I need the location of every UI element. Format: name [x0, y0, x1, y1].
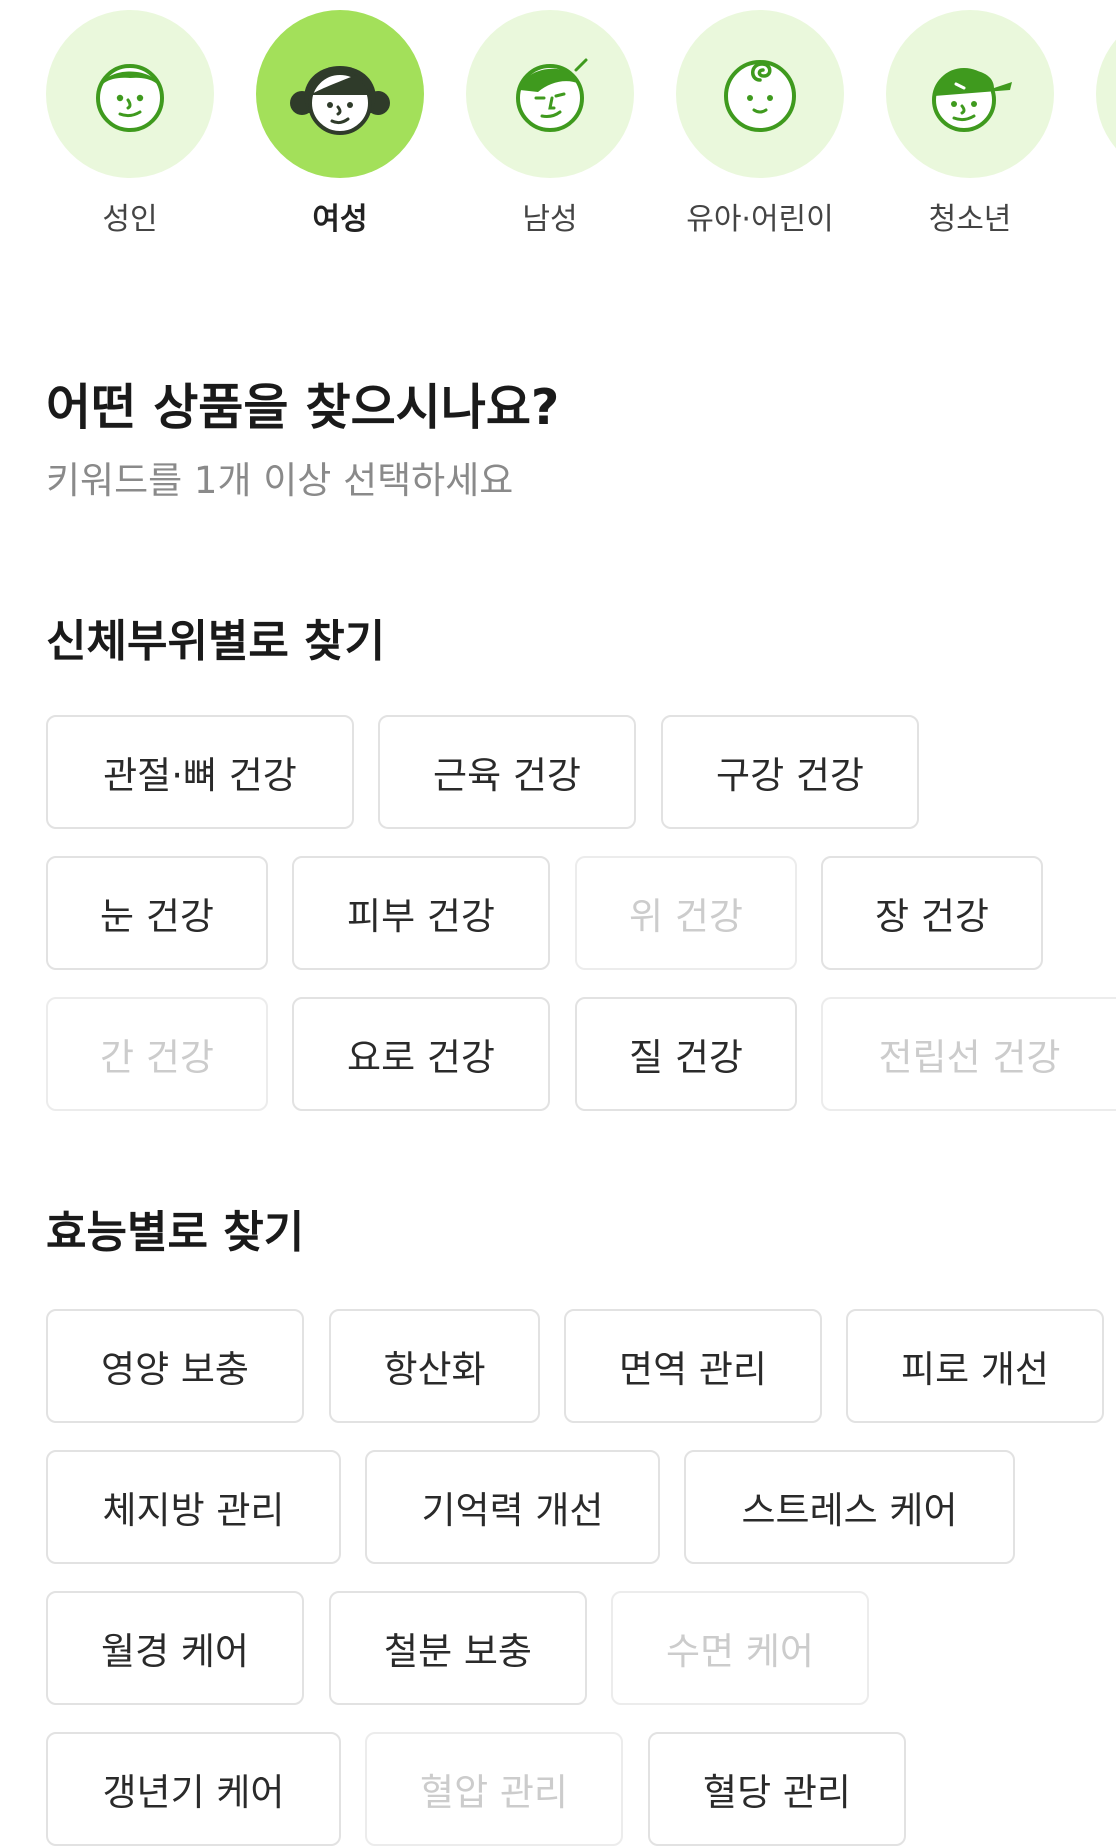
- chip-joint-bone[interactable]: 관절·뼈 건강: [46, 715, 354, 829]
- chip-blood-pressure: 혈압 관리: [365, 1732, 623, 1846]
- page-subtitle: 키워드를 1개 이상 선택하세요: [46, 459, 514, 502]
- audience-kids-circle: [676, 10, 844, 178]
- audience-next-partial[interactable]: [1096, 10, 1116, 240]
- chip-muscle[interactable]: 근육 건강: [378, 715, 636, 829]
- chip-fatigue[interactable]: 피로 개선: [846, 1309, 1104, 1423]
- audience-men-label: 남성: [522, 202, 578, 237]
- chip-menopause[interactable]: 갱년기 케어: [46, 1732, 341, 1846]
- chip-immunity[interactable]: 면역 관리: [564, 1309, 822, 1423]
- chip-stress[interactable]: 스트레스 케어: [684, 1450, 1015, 1564]
- section-title-body-parts: 신체부위별로 찾기: [46, 616, 386, 667]
- chip-vaginal[interactable]: 질 건강: [575, 997, 797, 1111]
- chip-menstrual[interactable]: 월경 케어: [46, 1591, 304, 1705]
- audience-women[interactable]: 여성: [256, 10, 424, 240]
- man-face-icon: [516, 58, 588, 132]
- audience-adult-circle: [46, 10, 214, 178]
- audience-adult-label: 성인: [102, 202, 158, 237]
- teen-face-icon: [932, 68, 1012, 132]
- audience-teens-circle: [886, 10, 1054, 178]
- chip-prostate: 전립선 건강: [821, 997, 1116, 1111]
- chip-sleep: 수면 케어: [611, 1591, 869, 1705]
- chip-liver: 간 건강: [46, 997, 268, 1111]
- chip-intestine[interactable]: 장 건강: [821, 856, 1043, 970]
- chip-memory[interactable]: 기억력 개선: [365, 1450, 660, 1564]
- audience-men-circle: [466, 10, 634, 178]
- chip-antioxidant[interactable]: 항산화: [329, 1309, 540, 1423]
- audience-adult[interactable]: 성인: [46, 10, 214, 240]
- page-title: 어떤 상품을 찾으시나요?: [46, 379, 560, 436]
- audience-kids-label: 유아·어린이: [686, 202, 834, 237]
- chip-stomach: 위 건강: [575, 856, 797, 970]
- audience-men[interactable]: 남성: [466, 10, 634, 240]
- chip-blood-sugar[interactable]: 혈당 관리: [648, 1732, 906, 1846]
- adult-face-icon: [96, 64, 164, 132]
- section-title-effects: 효능별로 찾기: [46, 1207, 305, 1258]
- audience-next-circle: [1096, 10, 1116, 178]
- chip-skin[interactable]: 피부 건강: [292, 856, 550, 970]
- chip-eye[interactable]: 눈 건강: [46, 856, 268, 970]
- audience-women-label: 여성: [312, 202, 368, 237]
- audience-teens-label: 청소년: [928, 202, 1012, 237]
- woman-face-icon: [290, 66, 390, 135]
- audience-women-circle: [256, 10, 424, 178]
- chip-body-fat[interactable]: 체지방 관리: [46, 1450, 341, 1564]
- audience-teens[interactable]: 청소년: [886, 10, 1054, 240]
- audience-kids[interactable]: 유아·어린이: [676, 10, 844, 240]
- chip-nutrition[interactable]: 영양 보충: [46, 1309, 304, 1423]
- chip-oral[interactable]: 구강 건강: [661, 715, 919, 829]
- audience-selector: 성인 여성 남성 유아·어린이 청소년: [0, 0, 1116, 240]
- chip-urinary[interactable]: 요로 건강: [292, 997, 550, 1111]
- baby-face-icon: [724, 60, 796, 132]
- chip-iron[interactable]: 철분 보충: [329, 1591, 587, 1705]
